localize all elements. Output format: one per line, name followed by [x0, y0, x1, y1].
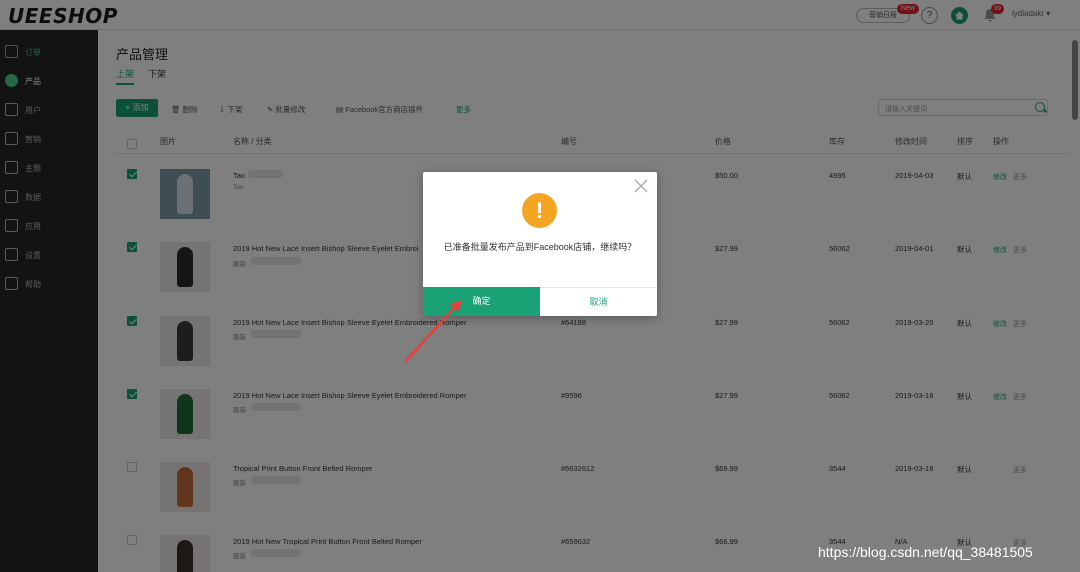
- close-icon[interactable]: [634, 179, 648, 193]
- confirm-button[interactable]: 确定: [423, 287, 540, 316]
- watermark: https://blog.csdn.net/qq_38481505: [818, 544, 1033, 560]
- warning-icon: !: [522, 193, 557, 228]
- dialog-message: 已准备批量发布产品到Facebook店铺，继续吗？: [443, 242, 637, 252]
- cancel-button[interactable]: 取消: [540, 287, 657, 316]
- confirm-dialog: ! 已准备批量发布产品到Facebook店铺，继续吗？ 确定 取消: [423, 172, 657, 316]
